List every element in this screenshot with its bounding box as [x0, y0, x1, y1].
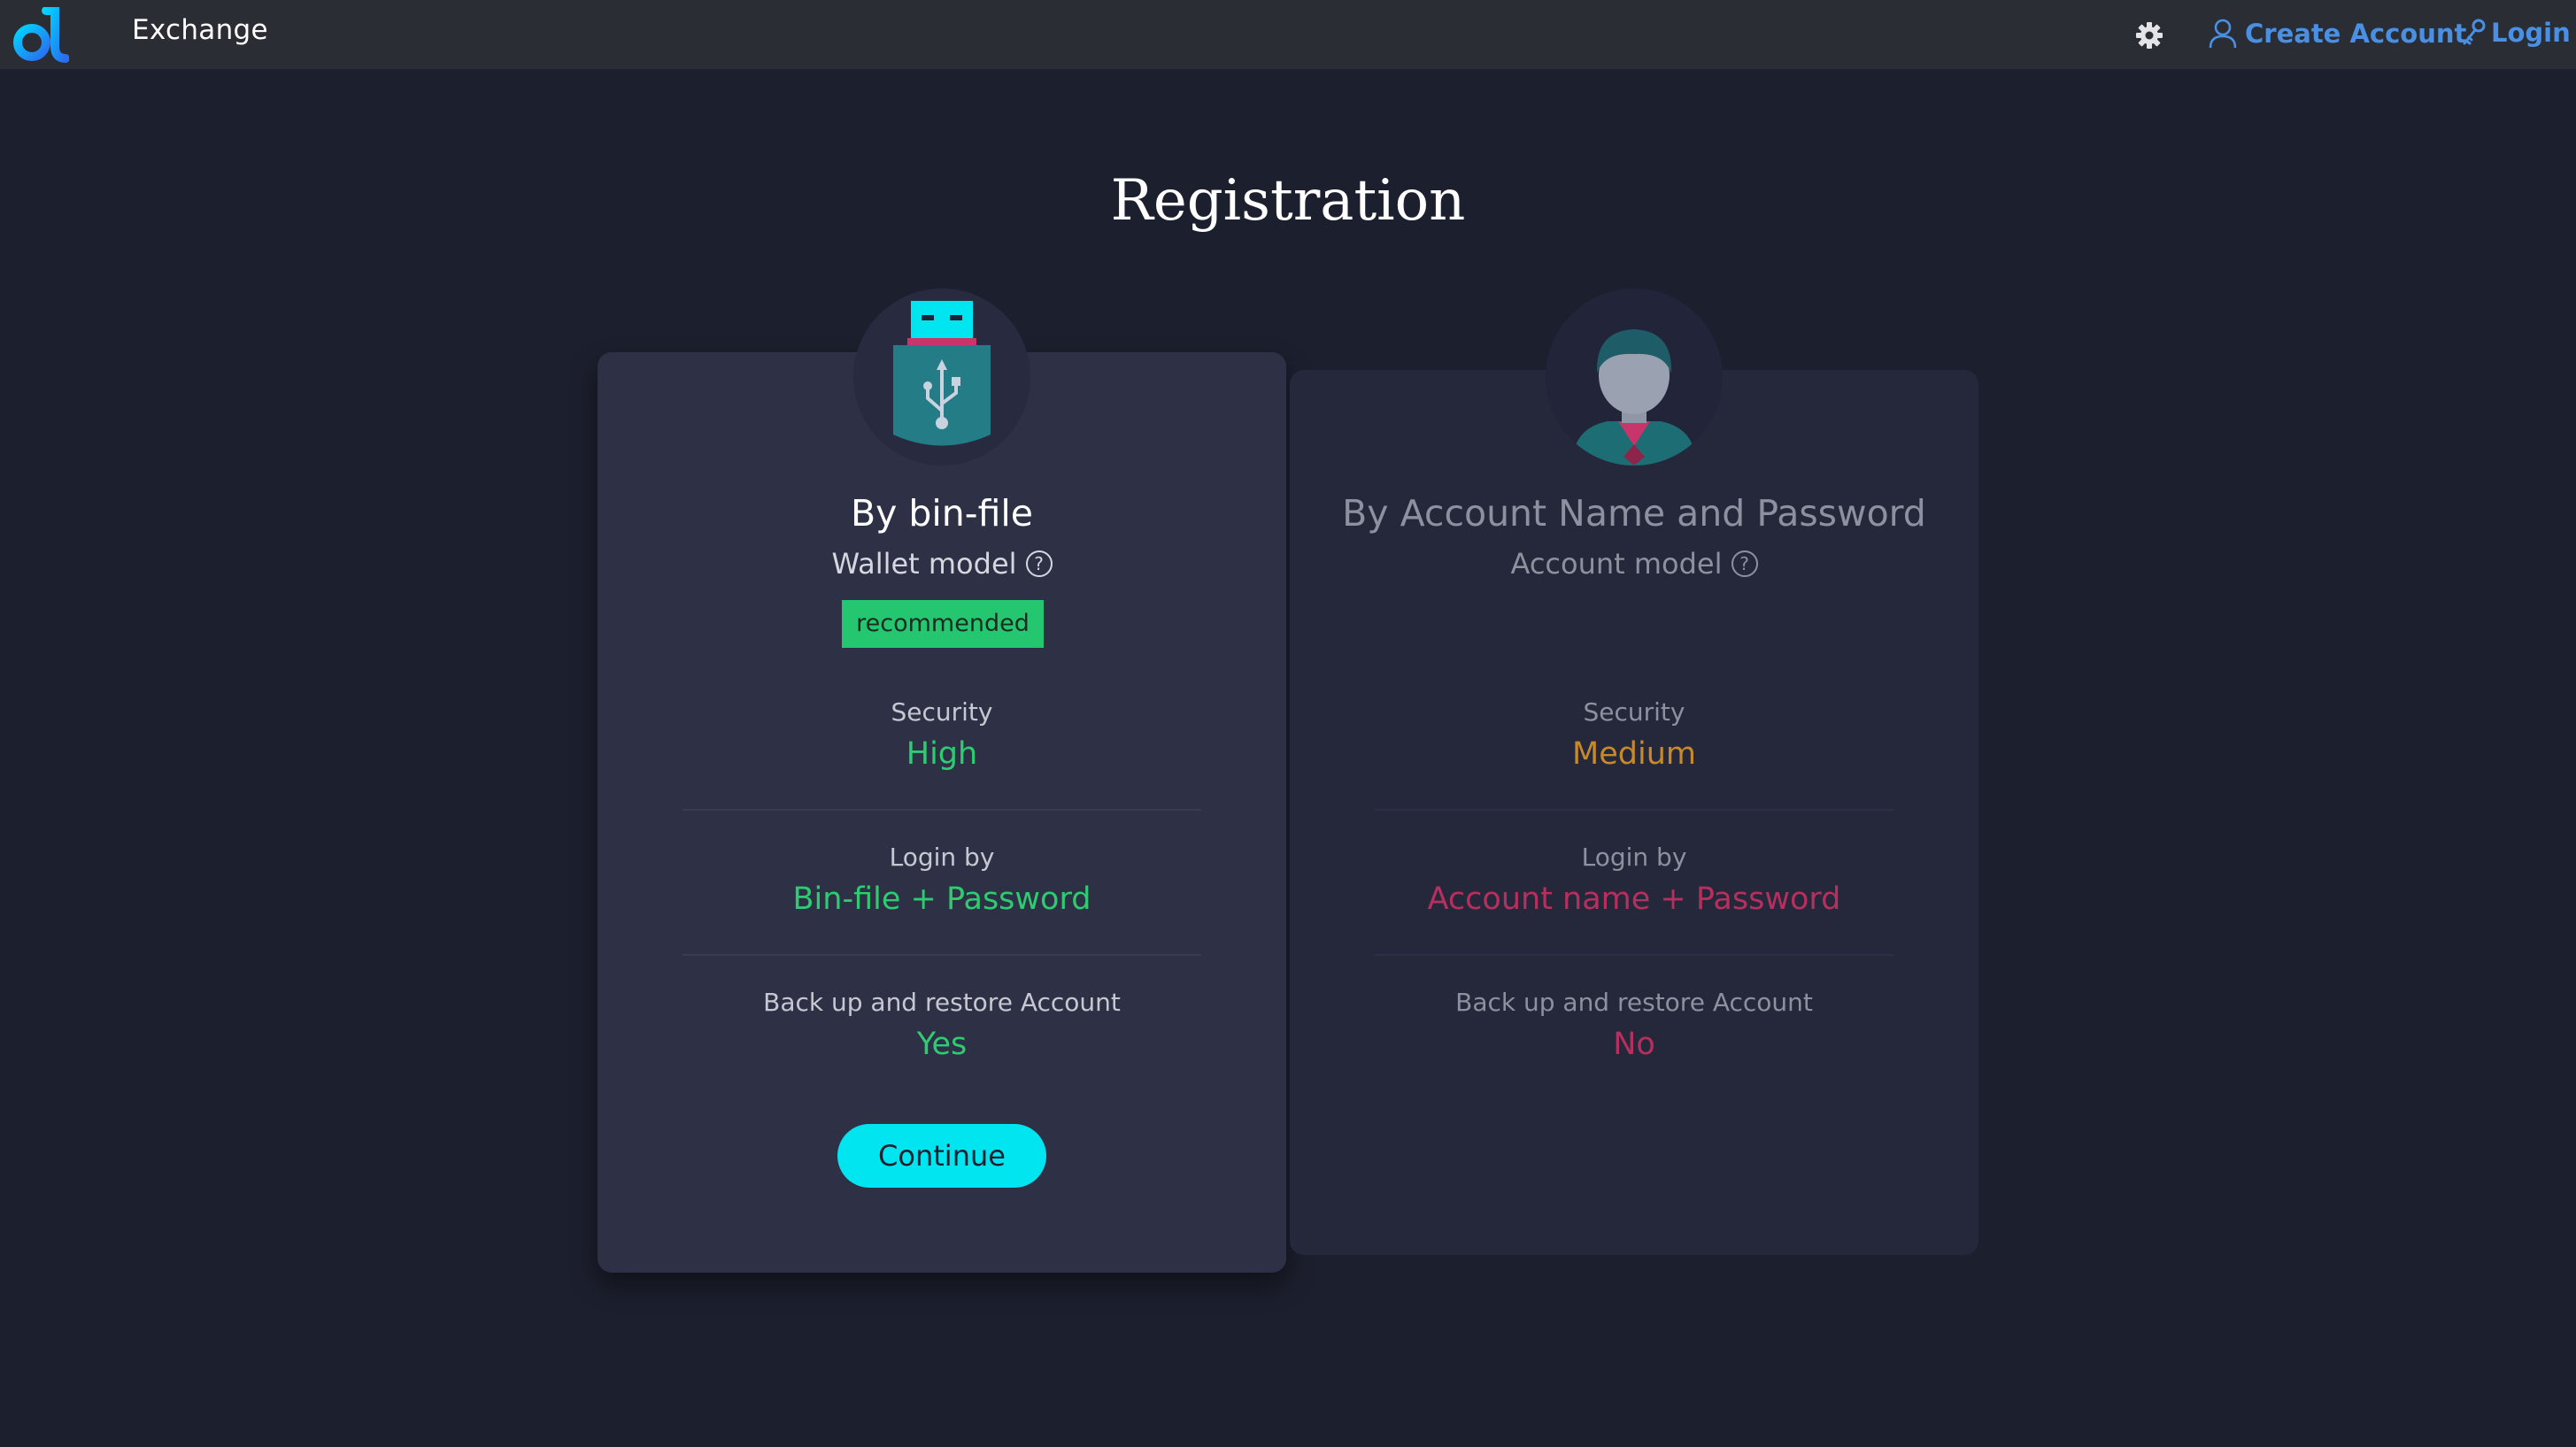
user-avatar-icon	[1546, 289, 1723, 466]
login-by-value: Bin-file + Password	[792, 881, 1091, 917]
divider	[1375, 809, 1893, 811]
help-icon[interactable]: ?	[1025, 550, 1053, 577]
key-icon	[2463, 19, 2486, 45]
login-by-label: Login by	[889, 843, 995, 872]
backup-restore-label: Back up and restore Account	[763, 988, 1121, 1017]
account-name-card-title: By Account Name and Password	[1342, 492, 1926, 535]
recommended-badge: recommended	[842, 600, 1044, 648]
wallet-model-label: Wallet model ?	[598, 547, 1286, 581]
backup-restore-value: Yes	[916, 1027, 968, 1062]
bin-file-card-title: By bin-file	[850, 492, 1034, 535]
divider	[1375, 954, 1893, 956]
security-value: High	[906, 736, 978, 772]
gear-icon[interactable]	[2133, 19, 2165, 51]
backup-restore-value: No	[1613, 1027, 1655, 1062]
security-label: Security	[1583, 697, 1685, 727]
usb-drive-icon	[853, 289, 1030, 466]
account-model-label: Account model ?	[1290, 547, 1978, 581]
bin-file-option-card[interactable]: By bin-file Wallet model ? recommended S…	[598, 289, 1286, 1273]
top-navigation-bar: Exchange Create Account Login	[0, 0, 2576, 69]
continue-button[interactable]: Continue	[837, 1124, 1046, 1188]
user-icon	[2209, 19, 2237, 49]
divider	[683, 809, 1201, 811]
create-account-link[interactable]: Create Account	[2208, 18, 2466, 50]
login-label: Login	[2491, 18, 2571, 48]
page-title: Registration	[1110, 168, 1466, 234]
login-by-value: Account name + Password	[1427, 881, 1841, 917]
security-value: Medium	[1572, 736, 1696, 772]
login-link[interactable]: Login	[2461, 18, 2571, 48]
login-by-label: Login by	[1581, 843, 1687, 872]
help-icon[interactable]: ?	[1731, 550, 1758, 577]
logo-icon[interactable]	[11, 7, 69, 64]
divider	[683, 954, 1201, 956]
app-title: Exchange	[132, 14, 268, 46]
backup-restore-label: Back up and restore Account	[1455, 988, 1813, 1017]
model-text: Wallet model	[831, 547, 1017, 581]
security-label: Security	[891, 697, 993, 727]
model-text: Account model	[1510, 547, 1723, 581]
account-name-option-card[interactable]: By Account Name and Password Account mod…	[1290, 289, 1978, 1255]
create-account-label: Create Account	[2245, 19, 2467, 49]
